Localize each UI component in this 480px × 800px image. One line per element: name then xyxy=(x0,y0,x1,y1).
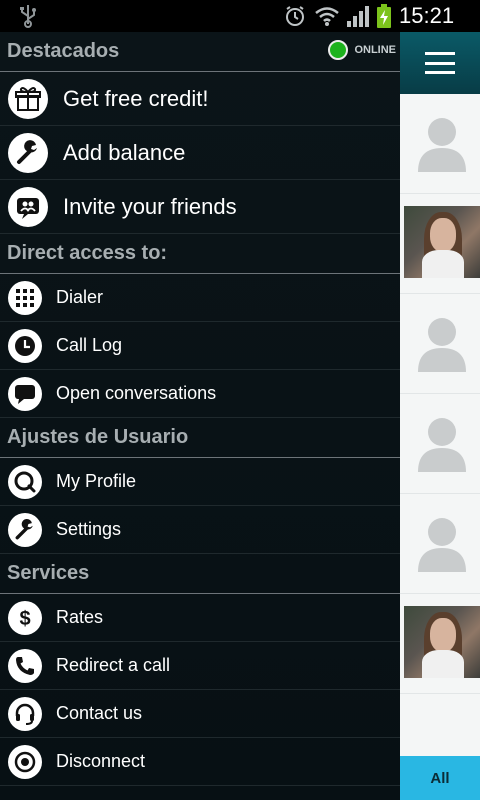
online-indicator-icon xyxy=(328,40,349,60)
menu-item-call-log[interactable]: Call Log xyxy=(0,322,400,370)
signal-icon xyxy=(347,6,369,27)
menu-item-add-balance[interactable]: Add balance xyxy=(0,126,400,180)
invite-friends-icon xyxy=(8,186,48,227)
wrench-icon xyxy=(8,512,42,547)
menu-item-invite-friends[interactable]: Invite your friends xyxy=(0,180,400,234)
wrench-icon xyxy=(8,132,48,173)
battery-charging-icon xyxy=(377,4,391,28)
hamburger-menu-icon[interactable] xyxy=(425,52,455,74)
gift-icon xyxy=(8,78,48,119)
headset-icon xyxy=(8,696,42,731)
contact-item[interactable] xyxy=(400,594,480,694)
menu-item-contact-us[interactable]: Contact us xyxy=(0,690,400,738)
contact-item[interactable] xyxy=(400,494,480,594)
default-avatar-icon xyxy=(418,518,466,572)
default-avatar-icon xyxy=(418,318,466,372)
section-title: Services xyxy=(7,562,90,584)
menu-item-label: Settings xyxy=(56,519,122,539)
status-time: 15:21 xyxy=(399,3,455,28)
section-header-ajustes-de-usuario: Ajustes de Usuario xyxy=(0,418,400,458)
menu-item-redirect-a-call[interactable]: Redirect a call xyxy=(0,642,400,690)
menu-item-get-free-credit[interactable]: Get free credit! xyxy=(0,72,400,126)
menu-item-rates[interactable]: $ Rates xyxy=(0,594,400,642)
contact-photo xyxy=(404,206,480,278)
menu-item-label: My Profile xyxy=(56,471,137,491)
menu-item-label: Contact us xyxy=(56,703,143,723)
online-label: ONLINE xyxy=(354,44,396,56)
menu-item-label: Get free credit! xyxy=(63,85,209,111)
menu-item-label: Redirect a call xyxy=(56,655,171,675)
section-title: Direct access to: xyxy=(7,242,168,264)
section-header-destacados: Destacados ONLINE xyxy=(0,32,400,72)
menu-item-disconnect[interactable]: Disconnect xyxy=(0,738,400,786)
menu-item-settings[interactable]: Settings xyxy=(0,506,400,554)
status-bar: 15:21 xyxy=(0,0,480,32)
menu-item-label: Disconnect xyxy=(56,751,146,771)
app-top-bar xyxy=(400,32,480,94)
contact-photo xyxy=(404,606,480,678)
menu-item-label: Invite your friends xyxy=(63,193,237,219)
default-avatar-icon xyxy=(418,118,466,172)
profile-icon xyxy=(8,464,42,499)
contact-item[interactable] xyxy=(400,394,480,494)
menu-item-open-conversations[interactable]: Open conversations xyxy=(0,370,400,418)
contact-item[interactable] xyxy=(400,94,480,194)
section-header-services: Services xyxy=(0,554,400,594)
contact-item[interactable] xyxy=(400,294,480,394)
wifi-icon xyxy=(315,7,339,26)
usb-icon xyxy=(20,5,36,28)
menu-item-my-profile[interactable]: My Profile xyxy=(0,458,400,506)
phone-icon xyxy=(8,648,42,683)
online-status: ONLINE xyxy=(328,40,396,60)
dollar-icon: $ xyxy=(8,600,42,635)
alarm-icon xyxy=(286,6,304,26)
default-avatar-icon xyxy=(418,418,466,472)
navigation-drawer: Destacados ONLINE Get free credit! Add b… xyxy=(0,32,400,800)
menu-item-label: Add balance xyxy=(63,139,186,165)
menu-item-label: Dialer xyxy=(56,287,104,307)
section-title: Ajustes de Usuario xyxy=(7,426,189,448)
section-title: Destacados xyxy=(7,40,120,62)
menu-item-dialer[interactable]: Dialer xyxy=(0,274,400,322)
dialpad-icon xyxy=(8,280,42,315)
menu-item-label: Rates xyxy=(56,607,104,627)
tab-all[interactable]: All xyxy=(400,756,480,800)
chat-bubble-icon xyxy=(8,376,42,411)
svg-text:$: $ xyxy=(19,608,30,630)
menu-item-label: Call Log xyxy=(56,335,123,355)
tab-label: All xyxy=(430,769,450,787)
clock-icon xyxy=(8,328,42,363)
contacts-panel: All xyxy=(400,32,480,800)
disconnect-icon xyxy=(8,744,42,779)
contact-item[interactable] xyxy=(400,194,480,294)
section-header-direct-access: Direct access to: xyxy=(0,234,400,274)
menu-item-label: Open conversations xyxy=(56,383,217,403)
